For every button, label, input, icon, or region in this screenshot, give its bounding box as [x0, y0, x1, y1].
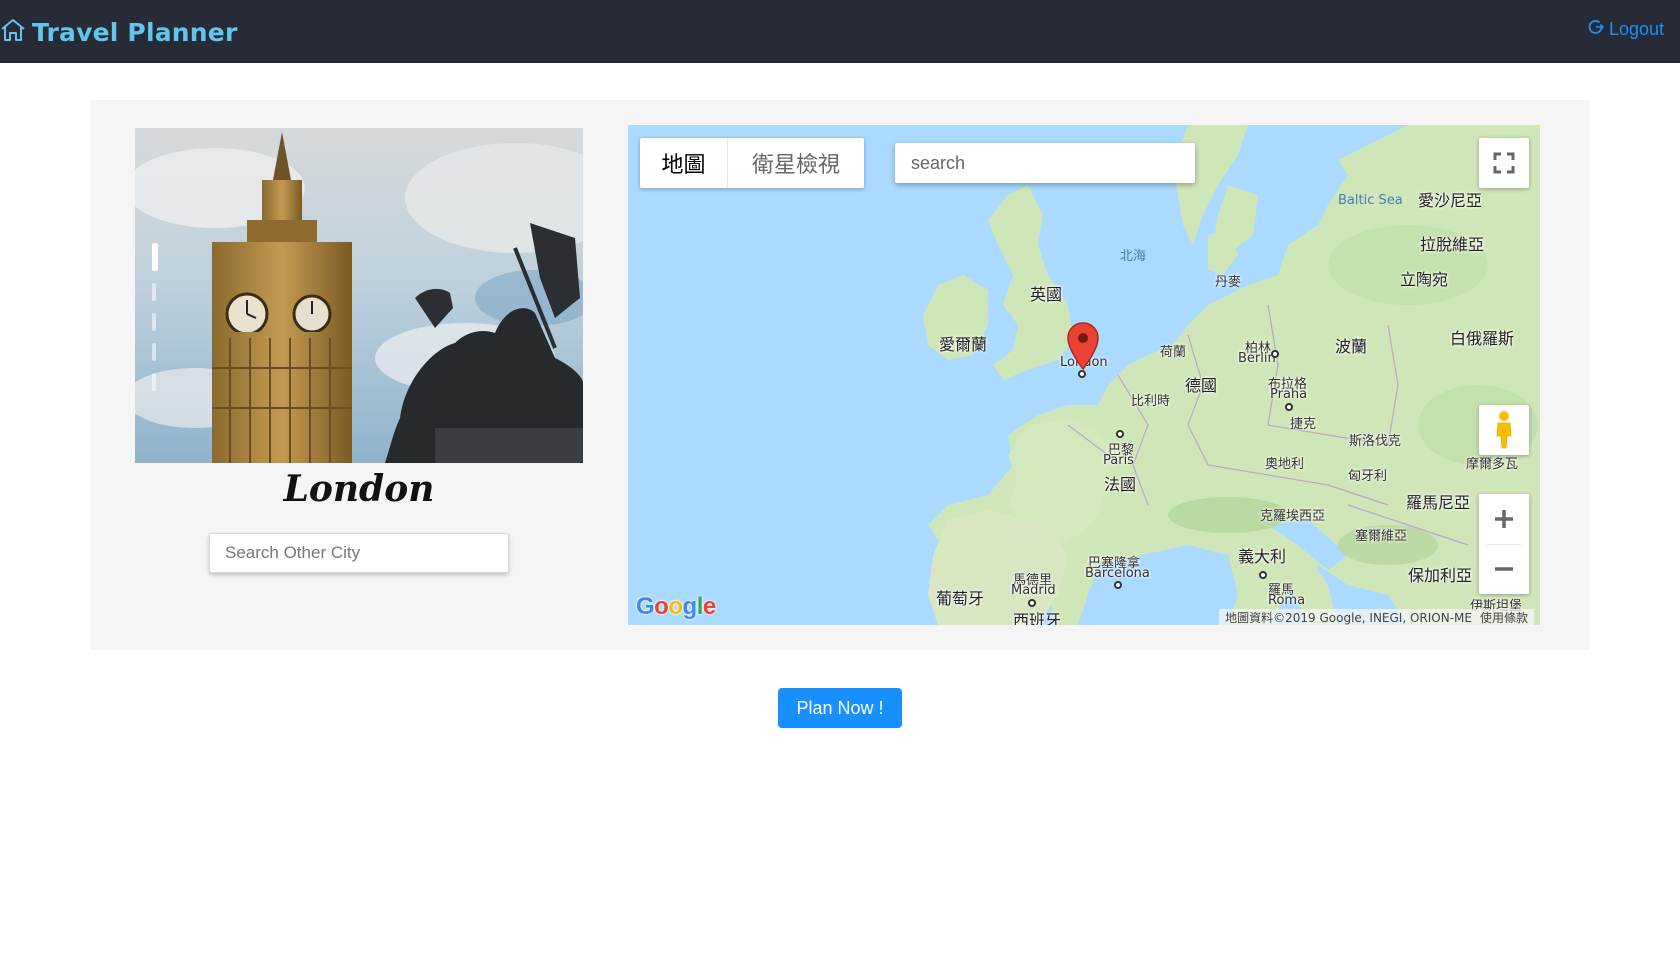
map-label: 保加利亞 [1408, 566, 1473, 585]
map-label: 白俄羅斯 [1450, 329, 1515, 348]
city-photo-carousel[interactable] [135, 128, 583, 463]
map-label: Praha [1270, 387, 1308, 402]
map-label: 奧地利 [1265, 457, 1305, 472]
zoom-out-button[interactable] [1479, 544, 1529, 594]
map-label: Roma [1268, 593, 1306, 608]
map-label: 拉脫維亞 [1420, 235, 1485, 254]
carousel-dot[interactable] [152, 373, 156, 391]
map-attribution: 地圖資料©2019 Google, INEGI, ORION-ME 使用條款 [1219, 609, 1534, 625]
map-label: 愛爾蘭 [939, 335, 988, 354]
tab-satellite[interactable]: 衛星檢視 [728, 138, 864, 188]
tab-map[interactable]: 地圖 [640, 138, 728, 188]
google-map[interactable]: Baltic Sea 北海 愛沙尼亞 拉脫維亞 立陶宛 白俄羅斯 丹麥 英國 愛… [628, 125, 1540, 625]
logout-icon [1587, 18, 1609, 41]
city-marker [1114, 581, 1122, 589]
street-view-button[interactable] [1479, 405, 1529, 455]
city-search-input[interactable] [209, 533, 509, 573]
map-label: 義大利 [1238, 547, 1287, 566]
city-marker [1285, 403, 1293, 411]
map-label: 捷克 [1290, 417, 1317, 432]
map-label: 英國 [1030, 285, 1063, 304]
minus-icon [1495, 567, 1513, 571]
map-label: 荷蘭 [1160, 345, 1187, 360]
map-label: 斯洛伐克 [1349, 434, 1402, 449]
map-label: 丹麥 [1215, 275, 1242, 290]
attribution-text: 地圖資料©2019 Google, INEGI, ORION-ME [1225, 611, 1472, 625]
carousel-dot[interactable] [152, 343, 156, 361]
city-marker [1028, 599, 1036, 607]
zoom-divider [1487, 544, 1521, 545]
city-name: London [283, 468, 435, 510]
city-marker [1116, 430, 1124, 438]
map-label: 法國 [1104, 475, 1137, 494]
map-label: 塞爾維亞 [1355, 529, 1408, 544]
carousel-dot-active[interactable] [152, 243, 158, 271]
zoom-in-button[interactable] [1479, 494, 1529, 544]
map-label: 羅馬尼亞 [1406, 493, 1471, 512]
brand-home-link[interactable]: Travel Planner [0, 16, 237, 48]
map-label: Madrid [1011, 583, 1056, 598]
map-pin-icon[interactable] [1066, 321, 1100, 371]
terms-link[interactable]: 使用條款 [1480, 609, 1528, 625]
pegman-icon [1496, 411, 1512, 449]
map-label: 匈牙利 [1348, 469, 1388, 484]
map-label: 北海 [1120, 249, 1147, 264]
map-label: 西班牙 [1013, 611, 1062, 625]
map-label: 比利時 [1131, 394, 1171, 409]
plan-now-button[interactable]: Plan Now ! [778, 688, 902, 728]
fullscreen-icon [1493, 152, 1515, 174]
top-navbar: Travel Planner Logout [0, 0, 1680, 63]
map-label: 葡萄牙 [936, 589, 985, 608]
city-marker [1078, 370, 1086, 378]
logout-label: Logout [1608, 19, 1664, 39]
map-label: 克羅埃西亞 [1260, 509, 1326, 524]
big-ben-photo [135, 128, 583, 463]
carousel-dot[interactable] [152, 283, 156, 301]
map-label: 波蘭 [1335, 337, 1368, 356]
app-title: Travel Planner [32, 17, 238, 47]
carousel-dots[interactable] [152, 243, 158, 403]
map-label: 立陶宛 [1400, 270, 1449, 289]
map-label: Paris [1103, 453, 1134, 468]
city-marker [1271, 350, 1279, 358]
plus-icon [1495, 510, 1513, 528]
home-icon [0, 17, 26, 48]
google-logo[interactable]: Google [636, 593, 716, 621]
fullscreen-button[interactable] [1479, 138, 1529, 188]
zoom-control[interactable] [1479, 494, 1529, 594]
map-label: 愛沙尼亞 [1418, 191, 1483, 210]
map-label: Barcelona [1085, 566, 1150, 581]
logout-link[interactable]: Logout [1587, 18, 1664, 41]
map-label: Baltic Sea [1338, 193, 1403, 208]
city-marker [1259, 571, 1267, 579]
map-label: 摩爾多瓦 [1466, 457, 1519, 472]
map-search-input[interactable] [895, 143, 1195, 183]
map-type-toggle[interactable]: 地圖 衛星檢視 [640, 138, 864, 188]
map-label: 德國 [1185, 376, 1218, 395]
carousel-dot[interactable] [152, 313, 156, 331]
